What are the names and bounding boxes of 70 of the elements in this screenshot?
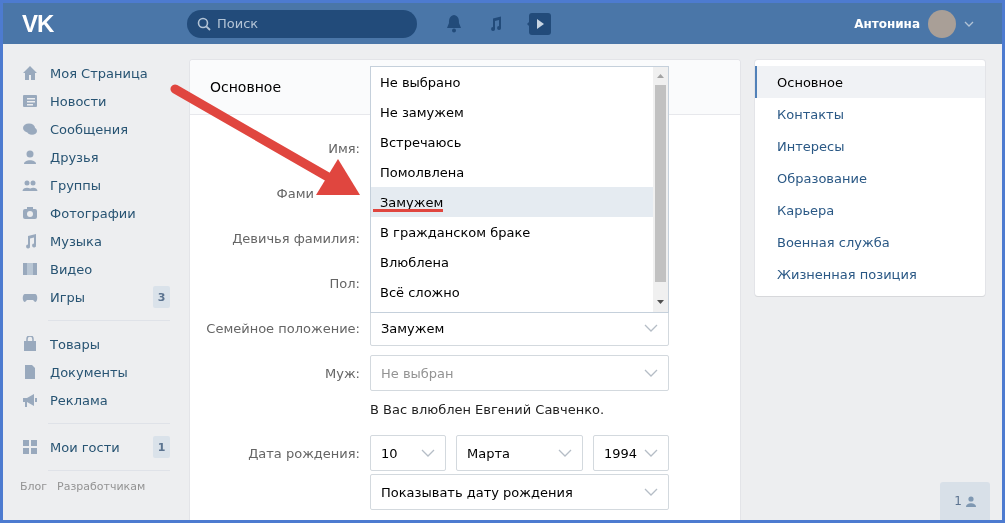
dropdown-option[interactable]: Не выбрано bbox=[371, 67, 653, 97]
select-field[interactable]: Марта bbox=[456, 435, 583, 471]
chevron-icon bbox=[558, 449, 572, 457]
user-name[interactable]: Антонина bbox=[854, 16, 920, 31]
newspaper-icon bbox=[22, 93, 38, 109]
online-friends-button[interactable]: 1 bbox=[940, 482, 990, 520]
chevron-icon bbox=[644, 324, 658, 332]
sidebar-item[interactable]: Документы bbox=[20, 358, 170, 386]
scrollbar[interactable] bbox=[653, 67, 668, 312]
dropdown-option[interactable]: В гражданском браке bbox=[371, 217, 653, 247]
menu-item[interactable]: Основное bbox=[755, 66, 985, 98]
menu-item[interactable]: Жизненная позиция bbox=[755, 258, 985, 290]
menu-item[interactable]: Интересы bbox=[755, 130, 985, 162]
camera-icon bbox=[22, 205, 38, 221]
sidebar-item[interactable]: Друзья bbox=[20, 143, 170, 171]
sidebar-item[interactable]: Сообщения bbox=[20, 115, 170, 143]
count-badge: 1 bbox=[153, 436, 170, 458]
sidebar-item[interactable]: Товары bbox=[20, 330, 170, 358]
app-grid-icon bbox=[22, 439, 38, 455]
bell-icon[interactable] bbox=[445, 14, 463, 33]
sidebar-item[interactable]: Новости bbox=[20, 87, 170, 115]
select-field[interactable]: 1994 bbox=[593, 435, 669, 471]
film-icon bbox=[22, 261, 38, 277]
field-label: Дата рождения: bbox=[248, 445, 360, 461]
dropdown-option[interactable]: Помолвлена bbox=[371, 157, 653, 187]
chevron-icon bbox=[421, 449, 435, 457]
annotation-underline bbox=[373, 209, 443, 212]
menu-item[interactable]: Контакты bbox=[755, 98, 985, 130]
scroll-down-icon[interactable] bbox=[657, 300, 664, 304]
menu-item[interactable]: Карьера bbox=[755, 194, 985, 226]
chevron-icon[interactable] bbox=[964, 20, 974, 27]
chevron-icon bbox=[644, 369, 658, 377]
avatar[interactable] bbox=[928, 9, 956, 38]
person-icon bbox=[965, 495, 976, 507]
chevron-icon bbox=[644, 449, 658, 457]
home-icon bbox=[22, 65, 38, 81]
scroll-up-icon[interactable] bbox=[657, 74, 664, 78]
play-icon[interactable] bbox=[527, 12, 551, 35]
sidebar-item[interactable]: Моя Страница bbox=[20, 59, 170, 87]
field-label: Девичья фамилия: bbox=[232, 230, 360, 246]
hint-text: В Вас влюблен Евгений Савченко. bbox=[370, 401, 605, 417]
document-icon bbox=[22, 364, 38, 380]
menu-item[interactable]: Образование bbox=[755, 162, 985, 194]
count-badge: 3 bbox=[153, 286, 170, 308]
sidebar-item[interactable]: Реклама bbox=[20, 386, 170, 414]
logo[interactable]: VK bbox=[3, 9, 187, 38]
select-field[interactable]: 10 bbox=[370, 435, 446, 471]
field-label: Имя: bbox=[328, 140, 360, 156]
search-field[interactable]: Поиск bbox=[187, 9, 417, 38]
dropdown-option[interactable]: Всё сложно bbox=[371, 277, 653, 307]
field-label: Муж: bbox=[325, 365, 360, 381]
menu-item[interactable]: Военная служба bbox=[755, 226, 985, 258]
field-label: Фами bbox=[276, 185, 314, 201]
person-icon bbox=[22, 149, 38, 165]
dropdown-option[interactable]: Встречаюсь bbox=[371, 127, 653, 157]
sidebar-item[interactable]: Группы bbox=[20, 171, 170, 199]
dropdown-option[interactable]: Влюблена bbox=[371, 247, 653, 277]
sidebar-item[interactable]: Мои гости 1 bbox=[20, 433, 170, 461]
chat-bubbles-icon bbox=[22, 121, 38, 137]
dropdown-option[interactable]: Замужем bbox=[371, 187, 653, 217]
sidebar-item[interactable]: Игры 3 bbox=[20, 283, 170, 311]
sidebar-item[interactable]: Музыка bbox=[20, 227, 170, 255]
field-label: Семейное положение: bbox=[206, 320, 360, 336]
select-field[interactable]: Показывать дату рождения bbox=[370, 474, 669, 510]
sidebar-item[interactable]: Видео bbox=[20, 255, 170, 283]
megaphone-icon bbox=[22, 392, 38, 408]
chevron-icon bbox=[644, 488, 658, 496]
sidebar-item[interactable]: Фотографии bbox=[20, 199, 170, 227]
bag-icon bbox=[22, 336, 38, 352]
field-label: Пол: bbox=[329, 275, 360, 291]
